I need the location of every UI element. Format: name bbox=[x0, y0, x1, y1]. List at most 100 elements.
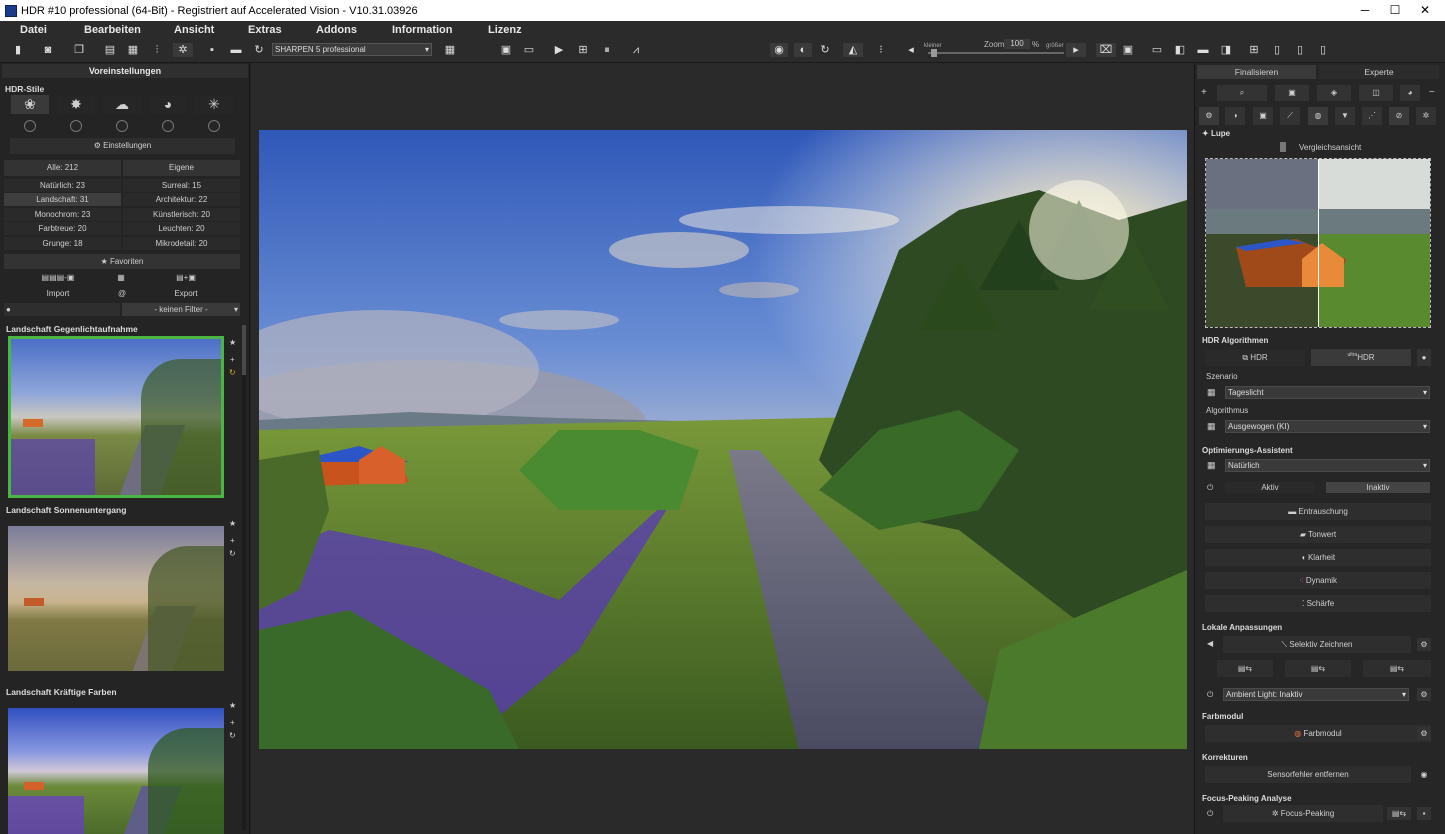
film-icon[interactable]: ▭ bbox=[522, 43, 536, 57]
web-icon[interactable]: ▦ bbox=[113, 271, 129, 284]
new-file-icon[interactable]: ▮ bbox=[11, 43, 25, 57]
swap-3-icon[interactable]: ▤⇆ bbox=[1363, 660, 1431, 677]
hdr-button[interactable]: ⧉ HDR bbox=[1205, 349, 1305, 366]
import-button[interactable]: Import bbox=[4, 287, 112, 300]
category-landschaft[interactable]: Landschaft: 31 bbox=[4, 193, 121, 206]
power-icon[interactable]: ⏻ bbox=[1207, 483, 1213, 493]
filter-own[interactable]: Eigene bbox=[123, 160, 240, 176]
compare-icon[interactable]: ◐ bbox=[794, 43, 812, 57]
sharpen-preset-select[interactable]: SHARPEN 5 professional ▾ bbox=[272, 43, 432, 56]
plus-icon[interactable]: + bbox=[230, 355, 235, 364]
main-photo[interactable] bbox=[259, 130, 1187, 749]
swap-icon[interactable]: ▤⇆ bbox=[1387, 807, 1411, 820]
filter-select[interactable]: - keinen Filter - ▾ bbox=[122, 303, 240, 316]
active-button[interactable]: Aktiv bbox=[1225, 482, 1315, 493]
clarity-button[interactable]: ◖ Klarheit bbox=[1205, 549, 1431, 566]
layout-2-icon[interactable]: ◧ bbox=[1173, 43, 1187, 57]
crop-icon[interactable]: ⌧ bbox=[1096, 43, 1116, 57]
star-icon[interactable]: ★ bbox=[229, 338, 236, 347]
favorites-button[interactable]: ★ Favoriten bbox=[4, 254, 240, 269]
category-grunge[interactable]: Grunge: 18 bbox=[4, 237, 121, 250]
nodes-icon[interactable]: ⋰ bbox=[1362, 107, 1382, 125]
category-surreal[interactable]: Surreal: 15 bbox=[123, 179, 240, 192]
pause-icon[interactable]: ⏸ bbox=[600, 43, 614, 57]
user-icon[interactable] bbox=[116, 120, 128, 132]
category-farbtreue[interactable]: Farbtreue: 20 bbox=[4, 222, 121, 235]
settings-button[interactable]: ⚙ Einstellungen bbox=[10, 138, 235, 154]
plus-icon[interactable]: + bbox=[1201, 87, 1207, 98]
style-nature-icon[interactable]: ❀ bbox=[11, 95, 49, 114]
color-wheel-icon[interactable]: ◕ bbox=[1400, 85, 1420, 101]
menu-extras[interactable]: Extras bbox=[248, 24, 282, 36]
preset-thumbnail-2[interactable] bbox=[8, 526, 224, 671]
at-button[interactable]: @ bbox=[114, 287, 130, 300]
category-leuchten[interactable]: Leuchten: 20 bbox=[123, 222, 240, 235]
grid-icon[interactable]: ▦ bbox=[443, 43, 457, 57]
refresh-icon[interactable]: ↻ bbox=[229, 368, 236, 377]
swap-2-icon[interactable]: ▤⇆ bbox=[1285, 660, 1351, 677]
plus-icon[interactable]: + bbox=[230, 536, 235, 545]
star-icon[interactable]: ★ bbox=[229, 519, 236, 528]
zoom-slider-thumb[interactable] bbox=[931, 49, 937, 57]
settings-small-icon[interactable]: ⚙ bbox=[1417, 727, 1431, 740]
layers-icon[interactable]: ◈ bbox=[1317, 85, 1351, 101]
denoise-button[interactable]: ▬ Entrauschung bbox=[1205, 503, 1431, 520]
rotate-icon[interactable]: ↻ bbox=[818, 43, 832, 57]
layout-3-icon[interactable]: ▬ bbox=[1196, 43, 1210, 57]
sharpness-button[interactable]: ⁚ Schärfe bbox=[1205, 595, 1431, 612]
power-icon[interactable]: ⏻ bbox=[1207, 809, 1213, 819]
layout-5-icon[interactable]: ⊞ bbox=[1247, 43, 1261, 57]
scrollbar-thumb[interactable] bbox=[242, 325, 246, 375]
category-natuerlich[interactable]: Natürlich: 23 bbox=[4, 179, 121, 192]
brush-icon[interactable]: ⟋ bbox=[1280, 107, 1300, 125]
eye-icon[interactable]: ◉ bbox=[1417, 768, 1431, 781]
optimization-select[interactable]: Natürlich ▾ bbox=[1225, 459, 1430, 472]
close-button[interactable]: ✕ bbox=[1410, 0, 1440, 21]
category-monochrom[interactable]: Monochrom: 23 bbox=[4, 208, 121, 221]
menu-addons[interactable]: Addons bbox=[316, 24, 357, 36]
scenario-select[interactable]: Tageslicht ▾ bbox=[1225, 386, 1430, 399]
category-kuenstlerisch[interactable]: Künstlerisch: 20 bbox=[123, 208, 240, 221]
star-icon[interactable]: ★ bbox=[229, 701, 236, 710]
style-light-icon[interactable]: ✸ bbox=[57, 95, 95, 114]
triangle-left-icon[interactable]: ◀ bbox=[1207, 639, 1213, 648]
layout-6-icon[interactable]: ▯ bbox=[1270, 43, 1284, 57]
user-icon[interactable] bbox=[24, 120, 36, 132]
sliders-icon[interactable]: ⫶ bbox=[150, 43, 164, 57]
loupe-icon[interactable]: ⌕ bbox=[1217, 85, 1267, 101]
minus-icon[interactable]: − bbox=[1429, 87, 1435, 98]
batch-icon[interactable]: ▤ bbox=[103, 43, 117, 57]
histogram-icon[interactable]: ⩘ bbox=[629, 43, 643, 57]
mirror-icon[interactable]: ◭ bbox=[843, 43, 863, 57]
image-icon[interactable]: ▣ bbox=[1275, 85, 1309, 101]
settings-small-icon[interactable]: ⚙ bbox=[1417, 688, 1431, 701]
refresh-icon[interactable]: ↻ bbox=[229, 731, 236, 740]
eye-icon[interactable]: ◉ bbox=[770, 43, 788, 57]
frame-icon[interactable]: ▣ bbox=[1121, 43, 1135, 57]
open-icon[interactable]: ◙ bbox=[41, 43, 55, 57]
save-icon[interactable]: ▪ bbox=[1417, 807, 1431, 820]
sensor-errors-button[interactable]: Sensorfehler entfernen bbox=[1205, 766, 1411, 783]
menu-ansicht[interactable]: Ansicht bbox=[174, 24, 214, 36]
compare-checkbox[interactable] bbox=[1280, 142, 1286, 152]
hdr-tool-icon[interactable]: ✲ bbox=[173, 43, 193, 57]
style-sparkle-icon[interactable]: ✳ bbox=[195, 95, 233, 114]
settings-small-icon[interactable]: ⚙ bbox=[1417, 638, 1431, 651]
zoom-slider[interactable] bbox=[928, 49, 1064, 57]
inactive-button[interactable]: Inaktiv bbox=[1326, 482, 1430, 493]
ambient-light-select[interactable]: Ambient Light: Inaktiv ▾ bbox=[1223, 688, 1409, 701]
layout-4-icon[interactable]: ◨ bbox=[1219, 43, 1233, 57]
user-icon[interactable] bbox=[70, 120, 82, 132]
copy-icon[interactable]: ❐ bbox=[72, 43, 86, 57]
color-ring-icon[interactable]: ◍ bbox=[1308, 107, 1328, 125]
category-architektur[interactable]: Architektur: 22 bbox=[123, 193, 240, 206]
save-icon[interactable]: ▪ bbox=[205, 43, 219, 57]
tone-button[interactable]: ▰ Tonwert bbox=[1205, 526, 1431, 543]
import-icon[interactable]: ▤▤▤-▣ bbox=[40, 271, 76, 284]
loupe-preview[interactable] bbox=[1205, 158, 1431, 328]
maximize-button[interactable]: ☐ bbox=[1380, 0, 1410, 21]
ultra-hdr-button[interactable]: ultraHDR bbox=[1311, 349, 1411, 366]
split-icon[interactable]: ⁝ bbox=[874, 43, 888, 57]
presets-scrollbar[interactable] bbox=[242, 325, 246, 830]
prism-icon[interactable]: ▼ bbox=[1335, 107, 1355, 125]
